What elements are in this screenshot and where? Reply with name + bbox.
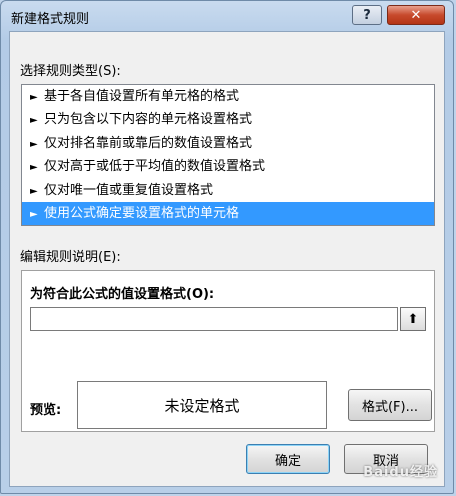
ok-button[interactable]: 确定 xyxy=(246,444,330,474)
rule-description-label: 编辑规则说明(E): xyxy=(20,250,121,265)
rule-type-item-top-bottom[interactable]: ► 仅对排名靠前或靠后的数值设置格式 xyxy=(22,132,434,155)
format-button[interactable]: 格式(F)... xyxy=(348,389,432,421)
triangle-right-icon: ► xyxy=(30,162,38,174)
rule-type-item-contains[interactable]: ► 只为包含以下内容的单元格设置格式 xyxy=(22,108,434,131)
format-button-label: 格式(F)... xyxy=(361,399,419,415)
watermark-logo: Baidu经验 xyxy=(363,465,438,480)
triangle-right-icon: ► xyxy=(30,185,38,197)
list-item-label: 仅对排名靠前或靠后的数值设置格式 xyxy=(44,135,253,151)
help-icon: ? xyxy=(363,7,371,23)
format-preview: 未设定格式 xyxy=(77,381,327,429)
help-button[interactable]: ? xyxy=(352,5,382,25)
title-bar[interactable]: 新建格式规则 ? ✕ xyxy=(1,1,453,31)
dialog-body: 选择规则类型(S): ► 基于各自值设置所有单元格的格式 ► 只为包含以下内容的单元… xyxy=(9,31,445,487)
collapse-dialog-icon: ⬆ xyxy=(407,311,419,327)
list-item-label: 只为包含以下内容的单元格设置格式 xyxy=(44,112,253,128)
list-item-label: 仅对唯一值或重复值设置格式 xyxy=(44,182,214,198)
rule-type-item-formula[interactable]: ► 使用公式确定要设置格式的单元格 xyxy=(22,201,434,226)
rule-description-panel: 为符合此公式的值设置格式(O): ⬆ 预览: 未设定格式 格式(F)... xyxy=(21,270,435,432)
preview-text: 未设定格式 xyxy=(164,396,240,415)
rule-type-item-all-cells[interactable]: ► 基于各自值设置所有单元格的格式 xyxy=(22,85,434,108)
formula-label: 为符合此公式的值设置格式(O): xyxy=(30,287,215,302)
rule-type-item-unique-duplicate[interactable]: ► 仅对唯一值或重复值设置格式 xyxy=(22,179,434,202)
preview-label: 预览: xyxy=(30,403,62,418)
collapse-dialog-button[interactable]: ⬆ xyxy=(400,307,426,331)
triangle-right-icon: ► xyxy=(30,92,38,103)
triangle-right-icon: ► xyxy=(30,208,38,220)
formula-input[interactable] xyxy=(30,307,398,331)
list-item-label: 基于各自值设置所有单元格的格式 xyxy=(44,89,240,104)
dialog-title: 新建格式规则 xyxy=(11,12,90,27)
close-button[interactable]: ✕ xyxy=(387,5,445,25)
list-item-label: 仅对高于或低于平均值的数值设置格式 xyxy=(44,159,266,175)
rule-type-item-average[interactable]: ► 仅对高于或低于平均值的数值设置格式 xyxy=(22,155,434,178)
rule-type-list[interactable]: ► 基于各自值设置所有单元格的格式 ► 只为包含以下内容的单元格设置格式 ► 仅对排名… xyxy=(21,84,435,226)
close-icon: ✕ xyxy=(410,7,422,23)
triangle-right-icon: ► xyxy=(30,138,38,150)
list-item-label: 使用公式确定要设置格式的单元格 xyxy=(44,205,240,221)
ok-button-label: 确定 xyxy=(274,453,301,469)
new-format-rule-dialog: 新建格式规则 ? ✕ 选择规则类型(S): ► 基于各自值设置所有单元格的格式 ►… xyxy=(0,0,454,494)
rule-type-label: 选择规则类型(S): xyxy=(20,64,121,79)
triangle-right-icon: ► xyxy=(30,115,38,127)
